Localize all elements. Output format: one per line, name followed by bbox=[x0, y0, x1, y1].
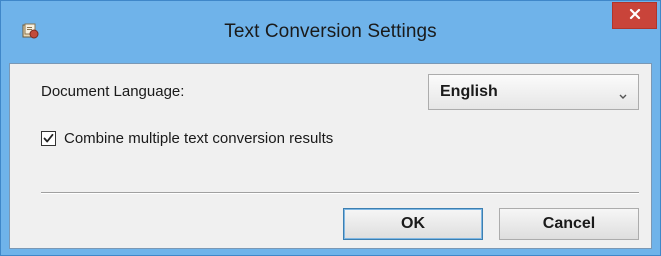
cancel-button[interactable]: Cancel bbox=[499, 208, 639, 240]
combine-results-checkbox[interactable] bbox=[41, 131, 56, 146]
document-language-value: English bbox=[440, 83, 498, 100]
close-button[interactable] bbox=[612, 2, 657, 29]
document-language-select[interactable]: English bbox=[428, 74, 639, 110]
combine-results-label[interactable]: Combine multiple text conversion results bbox=[64, 130, 333, 147]
window-title: Text Conversion Settings bbox=[224, 21, 437, 42]
dialog-window: Text Conversion Settings Document Langua… bbox=[0, 0, 661, 256]
chevron-down-icon bbox=[618, 88, 628, 99]
divider bbox=[41, 192, 639, 194]
ok-button[interactable]: OK bbox=[343, 208, 483, 240]
dialog-body: Document Language: English Combine multi… bbox=[9, 63, 652, 249]
close-icon bbox=[629, 7, 641, 25]
title-bar[interactable]: Text Conversion Settings bbox=[1, 1, 660, 63]
document-language-label: Document Language: bbox=[41, 83, 185, 100]
